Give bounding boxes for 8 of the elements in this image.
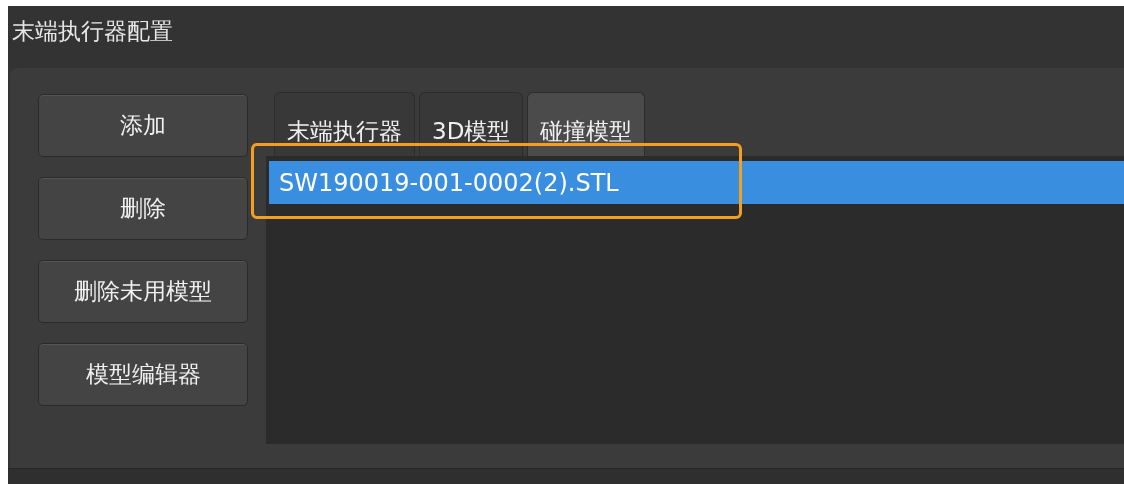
action-button[interactable]: 删除 <box>38 177 248 240</box>
tab[interactable]: 3D模型 <box>419 92 524 156</box>
action-button[interactable]: 添加 <box>38 94 248 157</box>
action-button[interactable]: 删除未用模型 <box>38 260 248 323</box>
tab[interactable]: 碰撞模型 <box>527 92 646 156</box>
window-title: 末端执行器配置 <box>11 17 174 46</box>
action-button[interactable]: 模型编辑器 <box>38 343 248 406</box>
tab[interactable]: 末端执行器 <box>274 92 415 156</box>
